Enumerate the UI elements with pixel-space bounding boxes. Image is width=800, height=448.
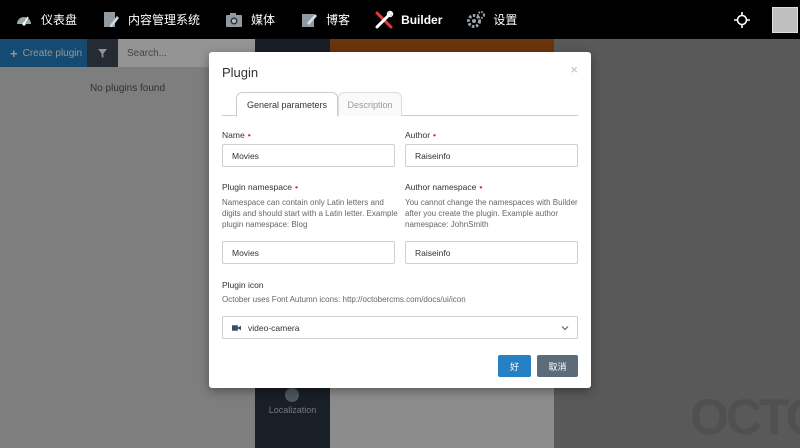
modal-tabs: General parameters Description bbox=[222, 92, 578, 117]
nav-dashboard[interactable]: 仪表盘 bbox=[0, 0, 89, 39]
modal-title: Plugin bbox=[222, 65, 259, 80]
nav-right bbox=[732, 0, 800, 39]
nav-label: 媒体 bbox=[251, 13, 276, 27]
name-input[interactable]: Movies bbox=[222, 144, 395, 167]
tab-description[interactable]: Description bbox=[338, 92, 402, 116]
name-label-text: Name bbox=[222, 130, 245, 140]
nav-blog[interactable]: 博客 bbox=[287, 0, 362, 39]
nav-media[interactable]: 媒体 bbox=[212, 0, 287, 39]
nav-label: 内容管理系统 bbox=[128, 13, 201, 27]
nav-label: 博客 bbox=[326, 13, 351, 27]
author-namespace-label-text: Author namespace bbox=[405, 182, 477, 192]
dashboard-icon bbox=[14, 10, 34, 30]
name-label: Name • bbox=[222, 130, 251, 140]
nav-builder[interactable]: Builder bbox=[362, 0, 454, 39]
ok-button[interactable]: 好 bbox=[498, 355, 531, 377]
author-namespace-input[interactable]: Raiseinfo bbox=[405, 241, 578, 264]
required-marker: • bbox=[294, 182, 298, 192]
media-icon bbox=[224, 10, 244, 30]
plugin-icon-select[interactable]: video-camera bbox=[222, 316, 578, 339]
nav-settings[interactable]: 设置 bbox=[454, 0, 529, 39]
required-marker: • bbox=[433, 130, 437, 140]
plugin-icon-value: video-camera bbox=[248, 322, 300, 333]
author-label-text: Author bbox=[405, 130, 431, 140]
namespace-label-text: Plugin namespace bbox=[222, 182, 292, 192]
author-namespace-label: Author namespace • bbox=[405, 182, 482, 192]
chevron-down-icon bbox=[561, 326, 569, 331]
tab-general-parameters[interactable]: General parameters bbox=[236, 92, 338, 117]
plugin-modal: Plugin × General parameters Description … bbox=[209, 52, 591, 388]
video-camera-icon bbox=[232, 324, 241, 331]
close-icon[interactable]: × bbox=[570, 62, 578, 77]
required-marker: • bbox=[479, 182, 483, 192]
cms-icon bbox=[101, 10, 121, 30]
namespace-label: Plugin namespace • bbox=[222, 182, 298, 192]
author-namespace-help: You cannot change the namespaces with Bu… bbox=[405, 198, 578, 229]
author-label: Author • bbox=[405, 130, 436, 140]
nav-label: 设置 bbox=[493, 13, 518, 27]
crosshair-icon[interactable] bbox=[732, 10, 752, 30]
nav-label: Builder bbox=[401, 12, 443, 27]
namespace-input[interactable]: Movies bbox=[222, 241, 395, 264]
nav-cms[interactable]: 内容管理系统 bbox=[89, 0, 212, 39]
namespace-help: Namespace can contain only Latin letters… bbox=[222, 198, 398, 229]
settings-icon bbox=[466, 10, 486, 30]
nav-label: 仪表盘 bbox=[41, 13, 78, 27]
plugin-icon-help: October uses Font Autumn icons: http://o… bbox=[222, 295, 466, 304]
required-marker: • bbox=[247, 130, 251, 140]
avatar[interactable] bbox=[770, 0, 800, 39]
cancel-button[interactable]: 取消 bbox=[537, 355, 578, 377]
top-nav: 仪表盘 内容管理系统 媒体 博客 Builder 设置 bbox=[0, 0, 800, 39]
builder-icon bbox=[374, 10, 394, 30]
plugin-icon-label: Plugin icon bbox=[222, 280, 264, 290]
blog-icon bbox=[299, 10, 319, 30]
author-input[interactable]: Raiseinfo bbox=[405, 144, 578, 167]
